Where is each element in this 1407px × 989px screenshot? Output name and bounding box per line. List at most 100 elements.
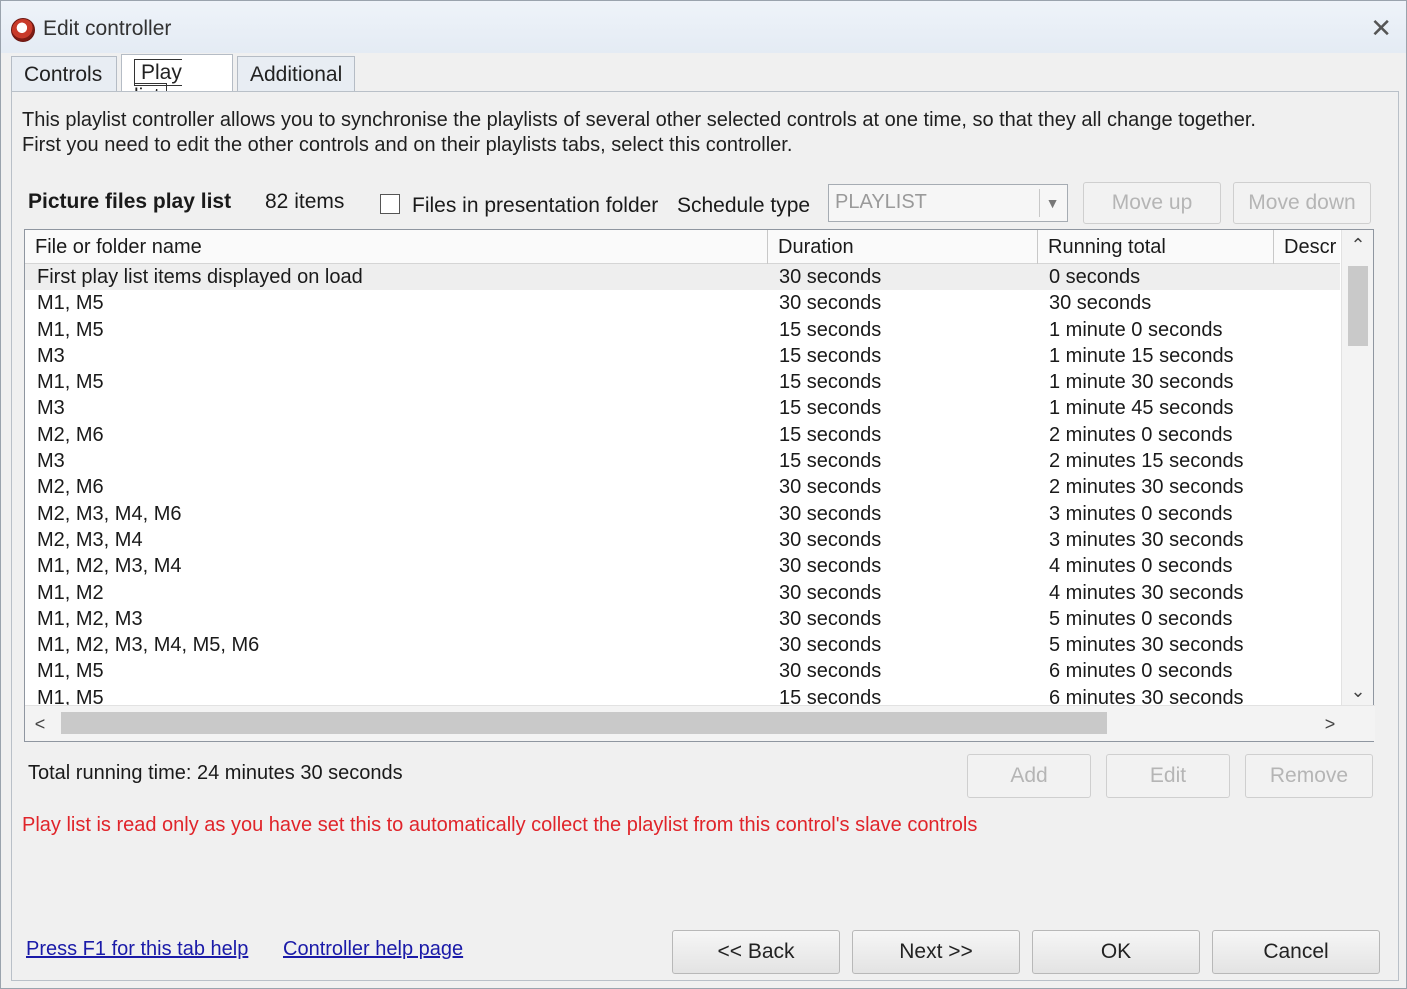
app-icon xyxy=(11,18,35,42)
column-header-running-total[interactable]: Running total xyxy=(1038,230,1274,264)
table-row[interactable]: M1, M5 30 seconds 6 minutes 0 seconds xyxy=(25,658,1340,684)
move-down-button[interactable]: Move down xyxy=(1233,182,1371,224)
grid-header: File or folder name Duration Running tot… xyxy=(25,230,1340,264)
cancel-button[interactable]: Cancel xyxy=(1212,930,1380,974)
table-row[interactable]: M1, M2, M3 30 seconds 5 minutes 0 seconds xyxy=(25,606,1340,632)
tab-additional[interactable]: Additional xyxy=(237,56,355,92)
item-count: 82 items xyxy=(265,190,345,213)
playlist-toolbar: Picture files play list 82 items Files i… xyxy=(12,182,1398,224)
cell-duration: 30 seconds xyxy=(779,634,882,657)
cell-duration: 30 seconds xyxy=(779,607,882,630)
cell-file-name: M1, M2 xyxy=(37,581,104,604)
cell-file-name: First play list items displayed on load xyxy=(37,266,363,288)
title-bar[interactable]: Edit controller ✕ xyxy=(1,1,1406,53)
column-header-description[interactable]: Descr xyxy=(1274,230,1340,264)
cell-file-name: M2, M6 xyxy=(37,423,104,446)
cell-file-name: M3 xyxy=(37,450,65,473)
table-row[interactable]: M3 15 seconds 1 minute 45 seconds xyxy=(25,395,1340,421)
cell-file-name: M3 xyxy=(37,344,65,367)
table-row[interactable]: M1, M5 15 seconds 1 minute 30 seconds xyxy=(25,369,1340,395)
back-button[interactable]: << Back xyxy=(672,930,840,974)
cell-file-name: M1, M5 xyxy=(37,292,104,315)
cell-running-total: 3 minutes 30 seconds xyxy=(1049,528,1244,551)
remove-button[interactable]: Remove xyxy=(1245,754,1373,798)
table-row[interactable]: First play list items displayed on load 3… xyxy=(25,264,1340,291)
horizontal-scroll-thumb[interactable] xyxy=(61,712,1107,734)
cell-running-total: 1 minute 0 seconds xyxy=(1049,318,1223,341)
cell-duration: 15 seconds xyxy=(779,344,882,367)
cell-file-name: M1, M2, M3 xyxy=(37,607,143,630)
table-row[interactable]: M2, M6 15 seconds 2 minutes 0 seconds xyxy=(25,422,1340,448)
play-list-panel: This playlist controller allows you to s… xyxy=(11,91,1399,981)
cell-file-name: M2, M3, M4 xyxy=(37,528,143,551)
cell-running-total: 2 minutes 30 seconds xyxy=(1049,476,1244,499)
table-row[interactable]: M1, M2, M3, M4 30 seconds 4 minutes 0 seco… xyxy=(25,553,1340,579)
add-button[interactable]: Add xyxy=(967,754,1091,798)
tab-play-list[interactable]: Play list xyxy=(121,54,233,110)
playlist-grid: File or folder name Duration Running tot… xyxy=(24,229,1375,742)
vertical-scroll-thumb[interactable] xyxy=(1348,266,1368,346)
presentation-folder-checkbox[interactable] xyxy=(380,194,400,214)
cell-file-name: M2, M3, M4, M6 xyxy=(37,502,182,525)
cell-running-total: 6 minutes 30 seconds xyxy=(1049,686,1244,706)
cell-file-name: M3 xyxy=(37,397,65,420)
tab-help-link[interactable]: Press F1 for this tab help xyxy=(26,938,248,961)
cell-running-total: 1 minute 45 seconds xyxy=(1049,397,1234,420)
table-row[interactable]: M1, M2 30 seconds 4 minutes 30 seconds xyxy=(25,580,1340,606)
edit-controller-window: Edit controller ✕ Controls Play list Add… xyxy=(0,0,1407,989)
close-icon[interactable]: ✕ xyxy=(1370,13,1392,43)
total-running-time: Total running time: 24 minutes 30 second… xyxy=(28,762,403,784)
scroll-left-icon[interactable]: < xyxy=(25,706,55,742)
column-header-file-name[interactable]: File or folder name xyxy=(25,230,768,264)
cell-duration: 30 seconds xyxy=(779,581,882,604)
cell-file-name: M1, M2, M3, M4, M5, M6 xyxy=(37,634,260,657)
cell-running-total: 4 minutes 30 seconds xyxy=(1049,581,1244,604)
cell-duration: 15 seconds xyxy=(779,397,882,420)
intro-line-1: This playlist controller allows you to s… xyxy=(22,109,1256,131)
table-row[interactable]: M3 15 seconds 1 minute 15 seconds xyxy=(25,343,1340,369)
cell-running-total: 0 seconds xyxy=(1049,266,1141,288)
table-row[interactable]: M1, M5 30 seconds 30 seconds xyxy=(25,290,1340,316)
ok-button[interactable]: OK xyxy=(1032,930,1200,974)
vertical-scrollbar[interactable]: ⌃ ⌄ xyxy=(1341,230,1373,706)
cell-duration: 30 seconds xyxy=(779,555,882,578)
cell-running-total: 1 minute 30 seconds xyxy=(1049,371,1234,394)
cell-running-total: 1 minute 15 seconds xyxy=(1049,344,1234,367)
chevron-down-icon: ▼ xyxy=(1039,189,1065,217)
cell-running-total: 6 minutes 0 seconds xyxy=(1049,660,1233,683)
table-row[interactable]: M1, M5 15 seconds 1 minute 0 seconds xyxy=(25,317,1340,343)
cell-duration: 15 seconds xyxy=(779,450,882,473)
table-row[interactable]: M2, M6 30 seconds 2 minutes 30 seconds xyxy=(25,474,1340,500)
table-row[interactable]: M1, M2, M3, M4, M5, M6 30 seconds 5 minute… xyxy=(25,632,1340,658)
cell-running-total: 2 minutes 0 seconds xyxy=(1049,423,1233,446)
table-row[interactable]: M3 15 seconds 2 minutes 15 seconds xyxy=(25,448,1340,474)
cell-running-total: 2 minutes 15 seconds xyxy=(1049,450,1244,473)
cell-duration: 15 seconds xyxy=(779,371,882,394)
move-up-button[interactable]: Move up xyxy=(1083,182,1221,224)
cell-file-name: M1, M5 xyxy=(37,371,104,394)
tab-additional-label: Additional xyxy=(250,63,343,86)
column-header-duration[interactable]: Duration xyxy=(768,230,1038,264)
scroll-right-icon[interactable]: > xyxy=(1315,706,1345,742)
next-button[interactable]: Next >> xyxy=(852,930,1020,974)
cell-duration: 30 seconds xyxy=(779,292,882,315)
cell-duration: 30 seconds xyxy=(779,528,882,551)
tab-controls[interactable]: Controls xyxy=(11,56,117,92)
table-row[interactable]: M1, M5 15 seconds 6 minutes 30 seconds xyxy=(25,685,1340,706)
table-row[interactable]: M2, M3, M4, M6 30 seconds 3 minutes 0 seco… xyxy=(25,501,1340,527)
cell-file-name: M1, M5 xyxy=(37,660,104,683)
tab-controls-label: Controls xyxy=(24,63,103,86)
cell-duration: 15 seconds xyxy=(779,318,882,341)
scroll-up-icon[interactable]: ⌃ xyxy=(1342,230,1374,260)
window-title: Edit controller xyxy=(43,17,172,40)
read-only-warning: Play list is read only as you have set t… xyxy=(22,814,978,836)
cell-running-total: 5 minutes 30 seconds xyxy=(1049,634,1244,657)
horizontal-scrollbar[interactable]: < > xyxy=(25,705,1375,741)
cell-duration: 30 seconds xyxy=(779,502,882,525)
schedule-type-select[interactable]: PLAYLIST ▼ xyxy=(828,184,1068,222)
table-row[interactable]: M2, M3, M4 30 seconds 3 minutes 30 seconds xyxy=(25,527,1340,553)
scroll-down-icon[interactable]: ⌄ xyxy=(1342,676,1374,706)
cell-duration: 30 seconds xyxy=(779,660,882,683)
controller-help-link[interactable]: Controller help page xyxy=(283,938,463,961)
edit-button[interactable]: Edit xyxy=(1106,754,1230,798)
